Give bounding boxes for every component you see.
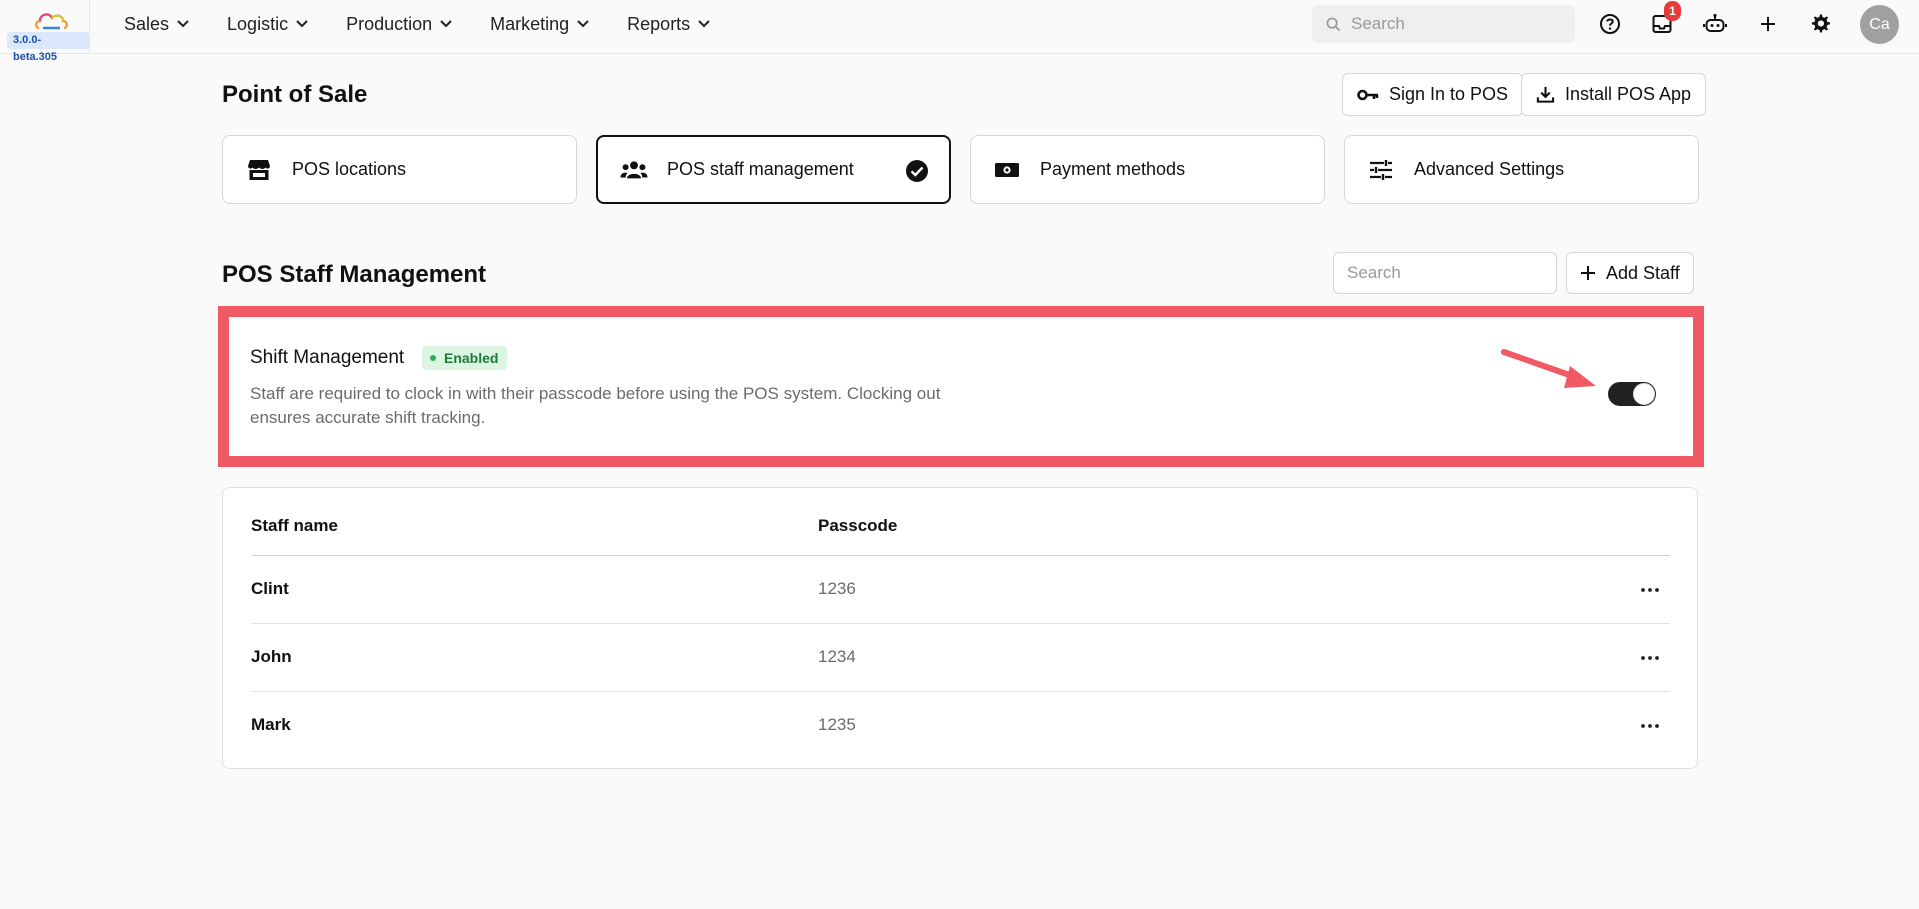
status-dot-icon	[430, 355, 436, 361]
sliders-icon	[1367, 156, 1395, 184]
more-horizontal-icon	[1641, 588, 1659, 592]
help-button[interactable]	[1596, 10, 1624, 38]
search-icon	[1326, 17, 1341, 31]
nav-label: Sales	[124, 13, 170, 34]
notification-badge: 1	[1664, 1, 1681, 21]
column-header-staff-name: Staff name	[251, 516, 338, 535]
row-menu-button[interactable]	[1636, 716, 1664, 736]
tab-pos-locations[interactable]: POS locations	[222, 135, 577, 204]
add-staff-label: Add Staff	[1606, 262, 1680, 283]
inbox-button[interactable]: 1	[1648, 1, 1681, 38]
row-divider	[251, 623, 1670, 624]
section-title: POS Staff Management	[222, 261, 487, 288]
version-badge: 3.0.0-beta.305	[7, 32, 89, 63]
add-staff-button[interactable]: Add Staff	[1566, 252, 1694, 294]
shift-management-description: Staff are required to clock in with thei…	[250, 384, 941, 427]
arrow-annotation-icon	[1501, 349, 1596, 388]
tab-label: POS locations	[292, 159, 407, 179]
staff-passcode: 1236	[818, 579, 856, 598]
sign-in-to-pos-button[interactable]: Sign In to POS	[1342, 73, 1524, 116]
install-pos-app-button[interactable]: Install POS App	[1521, 73, 1707, 116]
chevron-down-icon	[577, 20, 589, 28]
tab-advanced-settings[interactable]: Advanced Settings	[1344, 135, 1699, 204]
sign-in-label: Sign In to POS	[1389, 84, 1509, 104]
store-icon	[245, 156, 273, 184]
toggle-knob	[1633, 383, 1655, 405]
more-horizontal-icon	[1641, 656, 1659, 660]
nav-logistic[interactable]: Logistic	[227, 14, 308, 35]
nav-label: Marketing	[490, 13, 570, 34]
nav-reports[interactable]: Reports	[627, 14, 710, 35]
nav-label: Production	[346, 13, 433, 34]
status-label: Enabled	[444, 350, 499, 366]
chevron-down-icon	[177, 20, 189, 28]
staff-name: John	[251, 647, 292, 666]
nav-production[interactable]: Production	[346, 14, 452, 35]
robot-icon	[1703, 13, 1727, 32]
tab-payment-methods[interactable]: Payment methods	[970, 135, 1325, 204]
staff-name: Mark	[251, 715, 291, 734]
shift-management-toggle[interactable]	[1608, 382, 1656, 406]
tab-label: Payment methods	[1040, 159, 1186, 179]
top-navigation-bar: 3.0.0-beta.305 Sales Logistic Production…	[0, 0, 1919, 63]
nav-marketing[interactable]: Marketing	[490, 14, 589, 35]
help-icon	[1600, 14, 1620, 34]
more-horizontal-icon	[1641, 724, 1659, 728]
row-divider	[251, 691, 1670, 692]
row-menu-button[interactable]	[1636, 648, 1664, 668]
status-badge: Enabled	[422, 346, 508, 370]
money-icon	[993, 156, 1021, 184]
nav-label: Logistic	[227, 13, 289, 34]
nav-sales[interactable]: Sales	[124, 14, 189, 35]
main-nav: Sales Logistic Production Marketing Repo…	[124, 0, 748, 48]
key-icon	[1357, 89, 1379, 100]
staff-search-input[interactable]	[1333, 252, 1557, 294]
check-circle-icon	[906, 160, 928, 182]
nav-label: Reports	[627, 13, 691, 34]
tab-pos-staff-management[interactable]: POS staff management	[596, 135, 951, 204]
header-divider	[251, 555, 1670, 556]
search-placeholder: Search	[1351, 14, 1405, 33]
staff-passcode: 1235	[818, 715, 856, 734]
plus-icon	[1581, 266, 1595, 280]
staff-passcode: 1234	[818, 647, 856, 666]
gear-icon	[1811, 14, 1830, 33]
staff-name: Clint	[251, 579, 289, 598]
chevron-down-icon	[440, 20, 452, 28]
column-header-passcode: Passcode	[818, 516, 898, 535]
chevron-down-icon	[698, 20, 710, 28]
tab-label: Advanced Settings	[1414, 159, 1565, 179]
page-title: Point of Sale	[222, 81, 368, 108]
create-button[interactable]	[1754, 10, 1782, 38]
global-search-input[interactable]: Search	[1312, 5, 1575, 43]
row-menu-button[interactable]	[1636, 580, 1664, 600]
assistant-button[interactable]	[1701, 10, 1729, 38]
shift-management-title: Shift Management	[250, 347, 405, 368]
app-logo[interactable]: 3.0.0-beta.305	[0, 0, 90, 63]
tab-label: POS staff management	[667, 159, 854, 179]
settings-button[interactable]	[1806, 10, 1834, 38]
install-label: Install POS App	[1565, 84, 1692, 104]
plus-icon	[1761, 17, 1775, 31]
chevron-down-icon	[296, 20, 308, 28]
staff-table	[222, 487, 1698, 769]
users-icon	[620, 156, 648, 184]
user-avatar[interactable]: Ca	[1860, 5, 1899, 44]
download-icon	[1536, 86, 1555, 103]
